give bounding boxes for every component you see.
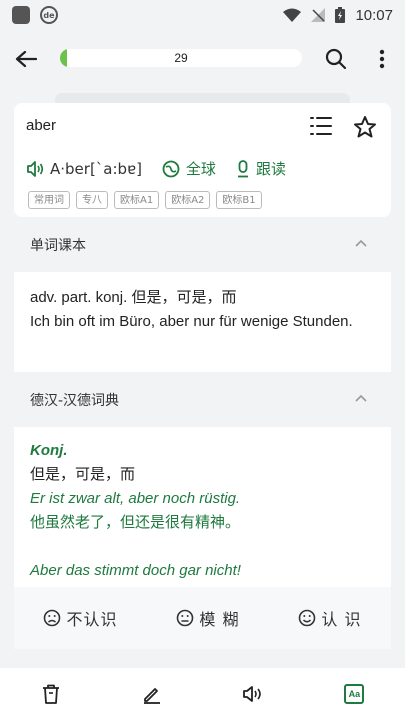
dictionary-panel: Konj. 但是，可是，而 Er ist zwar alt, aber noch… — [14, 427, 391, 587]
word-title: aber — [26, 117, 57, 134]
chevron-up-icon — [355, 239, 367, 247]
part-of-speech: Konj. — [30, 442, 68, 459]
progress-count: 29 — [174, 51, 188, 65]
tag: 常用词 — [28, 191, 70, 209]
example-chinese: 他虽然老了，但还是很有精神。 — [30, 514, 241, 531]
dictionary-section-header[interactable]: 德汉-汉德词典 — [14, 377, 391, 423]
tag-list: 常用词 专八 欧标A1 欧标A2 欧标B1 — [28, 191, 262, 209]
bottom-action-bar: Aa — [0, 668, 405, 720]
no-signal-icon — [311, 8, 326, 22]
font-size-button[interactable]: Aa — [334, 674, 374, 714]
speaker-icon — [243, 686, 261, 702]
pronunciation[interactable]: A·ber[`a:bɐ] — [50, 160, 142, 178]
play-audio-button[interactable] — [233, 674, 273, 714]
delete-button[interactable] — [31, 674, 71, 714]
arrow-left-icon — [15, 50, 37, 68]
clock: 10:07 — [355, 6, 393, 24]
battery-charging-icon — [335, 7, 346, 23]
tag: 欧标A1 — [114, 191, 160, 209]
follow-read-label[interactable]: 跟读 — [256, 158, 286, 179]
textbook-definition: adv. part. konj. 但是，可是，而 — [30, 289, 237, 306]
example-german: Aber das stimmt doch gar nicht! — [30, 562, 241, 579]
microphone-icon[interactable] — [236, 159, 250, 178]
app-notification-icon: de — [40, 6, 58, 24]
notification-icon — [12, 6, 30, 24]
example-german: Er ist zwar alt, aber noch rüstig. — [30, 490, 241, 507]
known-label: 认 识 — [321, 610, 362, 629]
back-button[interactable] — [6, 40, 46, 78]
unknown-label: 不认识 — [66, 610, 118, 629]
globe-icon[interactable] — [162, 160, 180, 178]
textbook-example: Ich bin oft im Büro, aber nur für wenige… — [30, 313, 353, 330]
tag: 欧标B1 — [216, 191, 262, 209]
known-button[interactable]: 认 识 — [298, 606, 361, 630]
more-vertical-icon — [379, 49, 385, 69]
pencil-icon — [143, 688, 160, 704]
status-bar: de 10:07 — [0, 0, 405, 30]
word-card: aber A·ber[`a:bɐ] 全球 跟读 常用词 专八 欧标A1 欧标A2… — [14, 103, 391, 217]
wifi-icon — [283, 8, 302, 22]
sad-face-icon — [44, 609, 61, 627]
edit-button[interactable] — [132, 674, 172, 714]
textbook-section-header[interactable]: 单词课本 — [14, 222, 391, 268]
vague-button[interactable]: 模 糊 — [176, 606, 239, 630]
search-button[interactable] — [316, 40, 356, 78]
textbook-section-title: 单词课本 — [30, 238, 86, 254]
unknown-button[interactable]: 不认识 — [43, 606, 117, 630]
star-icon[interactable] — [353, 115, 377, 139]
tag: 专八 — [76, 191, 108, 209]
global-pronunciation-label[interactable]: 全球 — [186, 158, 216, 179]
trash-icon — [42, 684, 59, 704]
list-icon[interactable] — [309, 115, 333, 137]
study-progress-bar: 29 — [60, 49, 302, 67]
chevron-up-icon — [355, 394, 367, 402]
tag: 欧标A2 — [165, 191, 211, 209]
more-menu-button[interactable] — [362, 40, 402, 78]
speaker-icon[interactable] — [26, 160, 44, 178]
font-size-icon: Aa — [344, 684, 365, 704]
search-icon — [325, 48, 347, 70]
smile-face-icon — [299, 609, 316, 627]
textbook-panel: adv. part. konj. 但是，可是，而 Ich bin oft im … — [14, 272, 391, 372]
vague-label: 模 糊 — [199, 610, 240, 629]
dictionary-meaning: 但是，可是，而 — [30, 466, 136, 483]
recall-judge-bar: 不认识 模 糊 认 识 — [14, 587, 391, 649]
neutral-face-icon — [177, 609, 194, 627]
dictionary-section-title: 德汉-汉德词典 — [30, 393, 120, 409]
